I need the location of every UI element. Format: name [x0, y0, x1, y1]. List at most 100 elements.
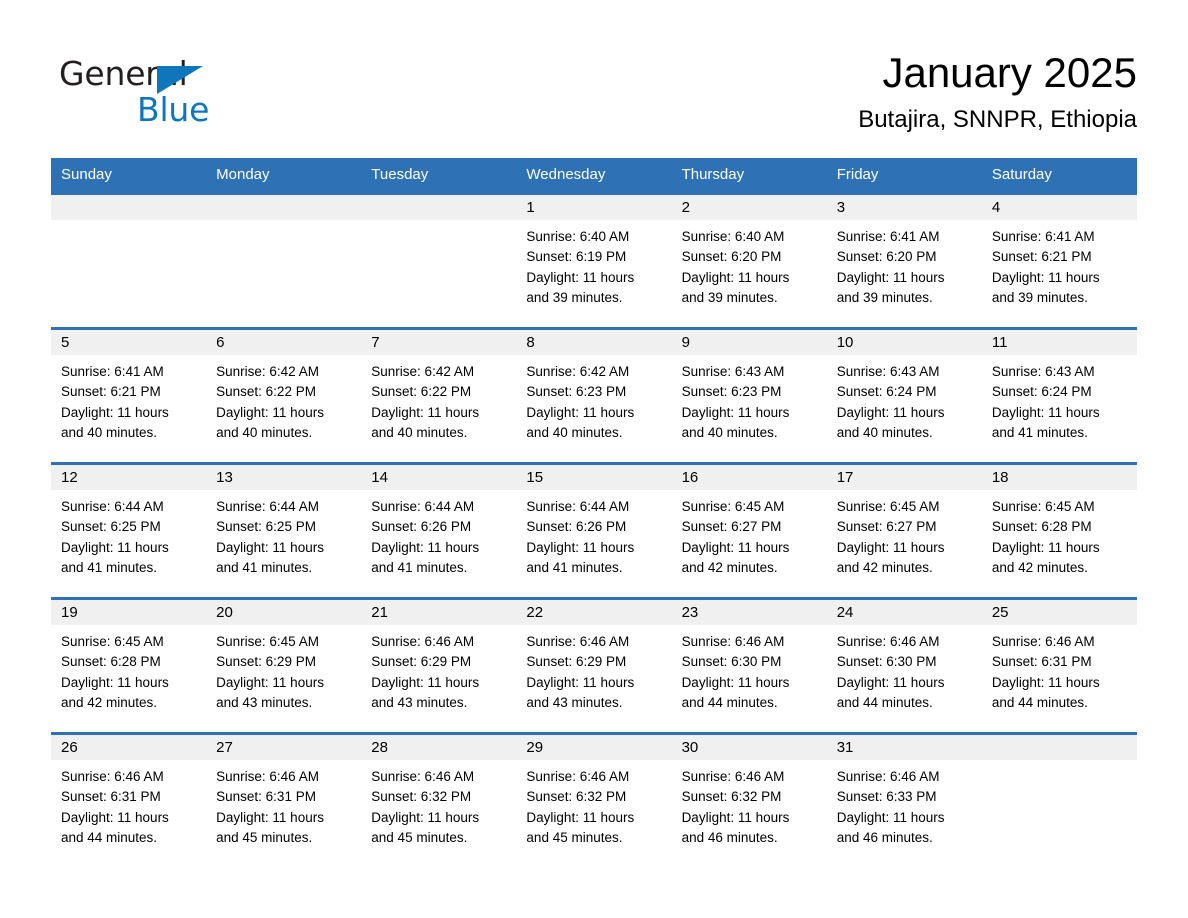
weekday-header-friday: Friday: [836, 166, 879, 183]
day-cell[interactable]: 1 Sunrise: 6:40 AM Sunset: 6:19 PM Dayli…: [516, 195, 672, 327]
daylight-text-line2: and 44 minutes.: [991, 694, 1088, 710]
daylight-text-line1: Daylight: 11 hours: [216, 674, 324, 690]
day-cell[interactable]: 12 Sunrise: 6:44 AM Sunset: 6:25 PM Dayl…: [51, 465, 207, 597]
sunrise-text: Sunrise: 6:45 AM: [836, 499, 940, 514]
sunset-text: Sunset: 6:21 PM: [61, 384, 161, 400]
title-block: January 2025 Butajira, SNNPR, Ethiopia: [858, 46, 1137, 136]
daylight-text-line1: Daylight: 11 hours: [526, 539, 635, 555]
day-cell[interactable]: 6 Sunrise: 6:42 AM Sunset: 6:22 PM Dayli…: [206, 330, 362, 462]
calendar-grid: Sunday Monday Tuesday Wednesday Thursday…: [51, 158, 1137, 867]
day-cell[interactable]: 13 Sunrise: 6:44 AM Sunset: 6:25 PM Dayl…: [206, 465, 362, 597]
day-cell[interactable]: 11 Sunrise: 6:43 AM Sunset: 6:24 PM Dayl…: [981, 330, 1137, 462]
daylight-text-line1: Daylight: 11 hours: [526, 809, 635, 825]
day-cell[interactable]: 4 Sunrise: 6:41 AM Sunset: 6:21 PM Dayli…: [981, 195, 1137, 327]
day-cell[interactable]: 22 Sunrise: 6:46 AM Sunset: 6:29 PM Dayl…: [516, 600, 672, 732]
sunrise-text: Sunrise: 6:46 AM: [991, 634, 1095, 649]
day-number: 10: [826, 330, 982, 355]
weekday-header-sunday: Sunday: [61, 166, 112, 183]
day-cell[interactable]: 29 Sunrise: 6:46 AM Sunset: 6:32 PM Dayl…: [516, 735, 672, 867]
day-cell[interactable]: 31 Sunrise: 6:46 AM Sunset: 6:33 PM Dayl…: [826, 735, 982, 867]
day-cell[interactable]: [206, 195, 362, 327]
day-cell[interactable]: 3 Sunrise: 6:41 AM Sunset: 6:20 PM Dayli…: [826, 195, 982, 327]
sunrise-text: Sunrise: 6:46 AM: [216, 769, 319, 784]
day-cell[interactable]: 15 Sunrise: 6:44 AM Sunset: 6:26 PM Dayl…: [516, 465, 672, 597]
daylight-text-line2: and 41 minutes.: [61, 559, 158, 575]
day-details: Sunrise: 6:40 AM Sunset: 6:20 PM Dayligh…: [672, 220, 827, 308]
daylight-text-line2: and 42 minutes.: [61, 694, 158, 710]
day-details: Sunrise: 6:46 AM Sunset: 6:32 PM Dayligh…: [672, 760, 827, 848]
daylight-text-line2: and 40 minutes.: [681, 424, 778, 440]
sunrise-text: Sunrise: 6:45 AM: [216, 634, 319, 649]
weekday-header-saturday: Saturday: [991, 166, 1052, 183]
day-cell[interactable]: 23 Sunrise: 6:46 AM Sunset: 6:30 PM Dayl…: [671, 600, 827, 732]
day-cell[interactable]: 21 Sunrise: 6:46 AM Sunset: 6:29 PM Dayl…: [361, 600, 517, 732]
day-cell[interactable]: 8 Sunrise: 6:42 AM Sunset: 6:23 PM Dayli…: [516, 330, 672, 462]
day-cell[interactable]: 24 Sunrise: 6:46 AM Sunset: 6:30 PM Dayl…: [826, 600, 982, 732]
day-details: Sunrise: 6:46 AM Sunset: 6:30 PM Dayligh…: [827, 625, 982, 713]
day-cell[interactable]: 10 Sunrise: 6:43 AM Sunset: 6:24 PM Dayl…: [826, 330, 982, 462]
day-cell[interactable]: 25 Sunrise: 6:46 AM Sunset: 6:31 PM Dayl…: [981, 600, 1137, 732]
daylight-text-line1: Daylight: 11 hours: [216, 404, 324, 420]
daylight-text-line1: Daylight: 11 hours: [371, 404, 480, 420]
daylight-text-line1: Daylight: 11 hours: [836, 674, 945, 690]
daylight-text-line2: and 40 minutes.: [371, 424, 468, 440]
sunrise-text: Sunrise: 6:41 AM: [991, 229, 1095, 244]
day-number: 9: [671, 330, 827, 355]
day-cell[interactable]: 18 Sunrise: 6:45 AM Sunset: 6:28 PM Dayl…: [981, 465, 1137, 597]
day-cell[interactable]: [981, 735, 1137, 867]
day-cell[interactable]: 2 Sunrise: 6:40 AM Sunset: 6:20 PM Dayli…: [671, 195, 827, 327]
daylight-text-line2: and 42 minutes.: [681, 559, 778, 575]
day-number: [206, 195, 362, 220]
calendar-week-row: 12 Sunrise: 6:44 AM Sunset: 6:25 PM Dayl…: [51, 462, 1137, 597]
day-cell[interactable]: 14 Sunrise: 6:44 AM Sunset: 6:26 PM Dayl…: [361, 465, 517, 597]
day-cell[interactable]: 7 Sunrise: 6:42 AM Sunset: 6:22 PM Dayli…: [361, 330, 517, 462]
day-cell[interactable]: 26 Sunrise: 6:46 AM Sunset: 6:31 PM Dayl…: [51, 735, 207, 867]
sunset-text: Sunset: 6:27 PM: [681, 519, 782, 535]
day-cell[interactable]: 5 Sunrise: 6:41 AM Sunset: 6:21 PM Dayli…: [51, 330, 207, 462]
daylight-text-line2: and 44 minutes.: [61, 829, 158, 845]
day-number: 12: [51, 465, 207, 490]
day-number: 30: [671, 735, 827, 760]
day-cell[interactable]: 19 Sunrise: 6:45 AM Sunset: 6:28 PM Dayl…: [51, 600, 207, 732]
day-details: Sunrise: 6:42 AM Sunset: 6:22 PM Dayligh…: [361, 355, 516, 443]
sunset-text: Sunset: 6:25 PM: [216, 519, 316, 535]
day-cell[interactable]: 9 Sunrise: 6:43 AM Sunset: 6:23 PM Dayli…: [671, 330, 827, 462]
day-cell[interactable]: 28 Sunrise: 6:46 AM Sunset: 6:32 PM Dayl…: [361, 735, 517, 867]
day-details: Sunrise: 6:44 AM Sunset: 6:25 PM Dayligh…: [51, 490, 206, 578]
sunset-text: Sunset: 6:32 PM: [526, 789, 627, 805]
weekday-header-tuesday: Tuesday: [371, 166, 429, 183]
sunrise-text: Sunrise: 6:40 AM: [526, 229, 630, 244]
sunrise-text: Sunrise: 6:41 AM: [61, 364, 164, 379]
day-cell[interactable]: 16 Sunrise: 6:45 AM Sunset: 6:27 PM Dayl…: [671, 465, 827, 597]
weekday-header-wednesday: Wednesday: [526, 166, 606, 183]
sunrise-text: Sunrise: 6:46 AM: [836, 634, 940, 649]
sunrise-text: Sunrise: 6:45 AM: [991, 499, 1095, 514]
day-details: Sunrise: 6:45 AM Sunset: 6:28 PM Dayligh…: [982, 490, 1137, 578]
daylight-text-line2: and 44 minutes.: [681, 694, 778, 710]
day-cell[interactable]: [51, 195, 207, 327]
day-cell[interactable]: 17 Sunrise: 6:45 AM Sunset: 6:27 PM Dayl…: [826, 465, 982, 597]
sunset-text: Sunset: 6:29 PM: [371, 654, 472, 670]
daylight-text-line1: Daylight: 11 hours: [526, 404, 635, 420]
daylight-text-line1: Daylight: 11 hours: [681, 539, 790, 555]
day-number: 21: [361, 600, 517, 625]
sunset-text: Sunset: 6:33 PM: [836, 789, 937, 805]
daylight-text-line2: and 41 minutes.: [216, 559, 313, 575]
day-cell[interactable]: 20 Sunrise: 6:45 AM Sunset: 6:29 PM Dayl…: [206, 600, 362, 732]
calendar-week-row: 26 Sunrise: 6:46 AM Sunset: 6:31 PM Dayl…: [51, 732, 1137, 867]
day-details: Sunrise: 6:46 AM Sunset: 6:31 PM Dayligh…: [206, 760, 361, 848]
day-cell[interactable]: 30 Sunrise: 6:46 AM Sunset: 6:32 PM Dayl…: [671, 735, 827, 867]
day-cell[interactable]: [361, 195, 517, 327]
general-blue-logo: General Blue: [59, 54, 319, 130]
daylight-text-line1: Daylight: 11 hours: [681, 809, 790, 825]
sunrise-text: Sunrise: 6:46 AM: [681, 634, 785, 649]
day-cell[interactable]: 27 Sunrise: 6:46 AM Sunset: 6:31 PM Dayl…: [206, 735, 362, 867]
daylight-text-line2: and 42 minutes.: [991, 559, 1088, 575]
calendar-week-row: 19 Sunrise: 6:45 AM Sunset: 6:28 PM Dayl…: [51, 597, 1137, 732]
sunset-text: Sunset: 6:23 PM: [681, 384, 782, 400]
daylight-text-line1: Daylight: 11 hours: [371, 539, 480, 555]
daylight-text-line2: and 40 minutes.: [526, 424, 623, 440]
day-details: Sunrise: 6:41 AM Sunset: 6:21 PM Dayligh…: [51, 355, 206, 443]
sunset-text: Sunset: 6:30 PM: [681, 654, 782, 670]
day-number: 22: [516, 600, 672, 625]
